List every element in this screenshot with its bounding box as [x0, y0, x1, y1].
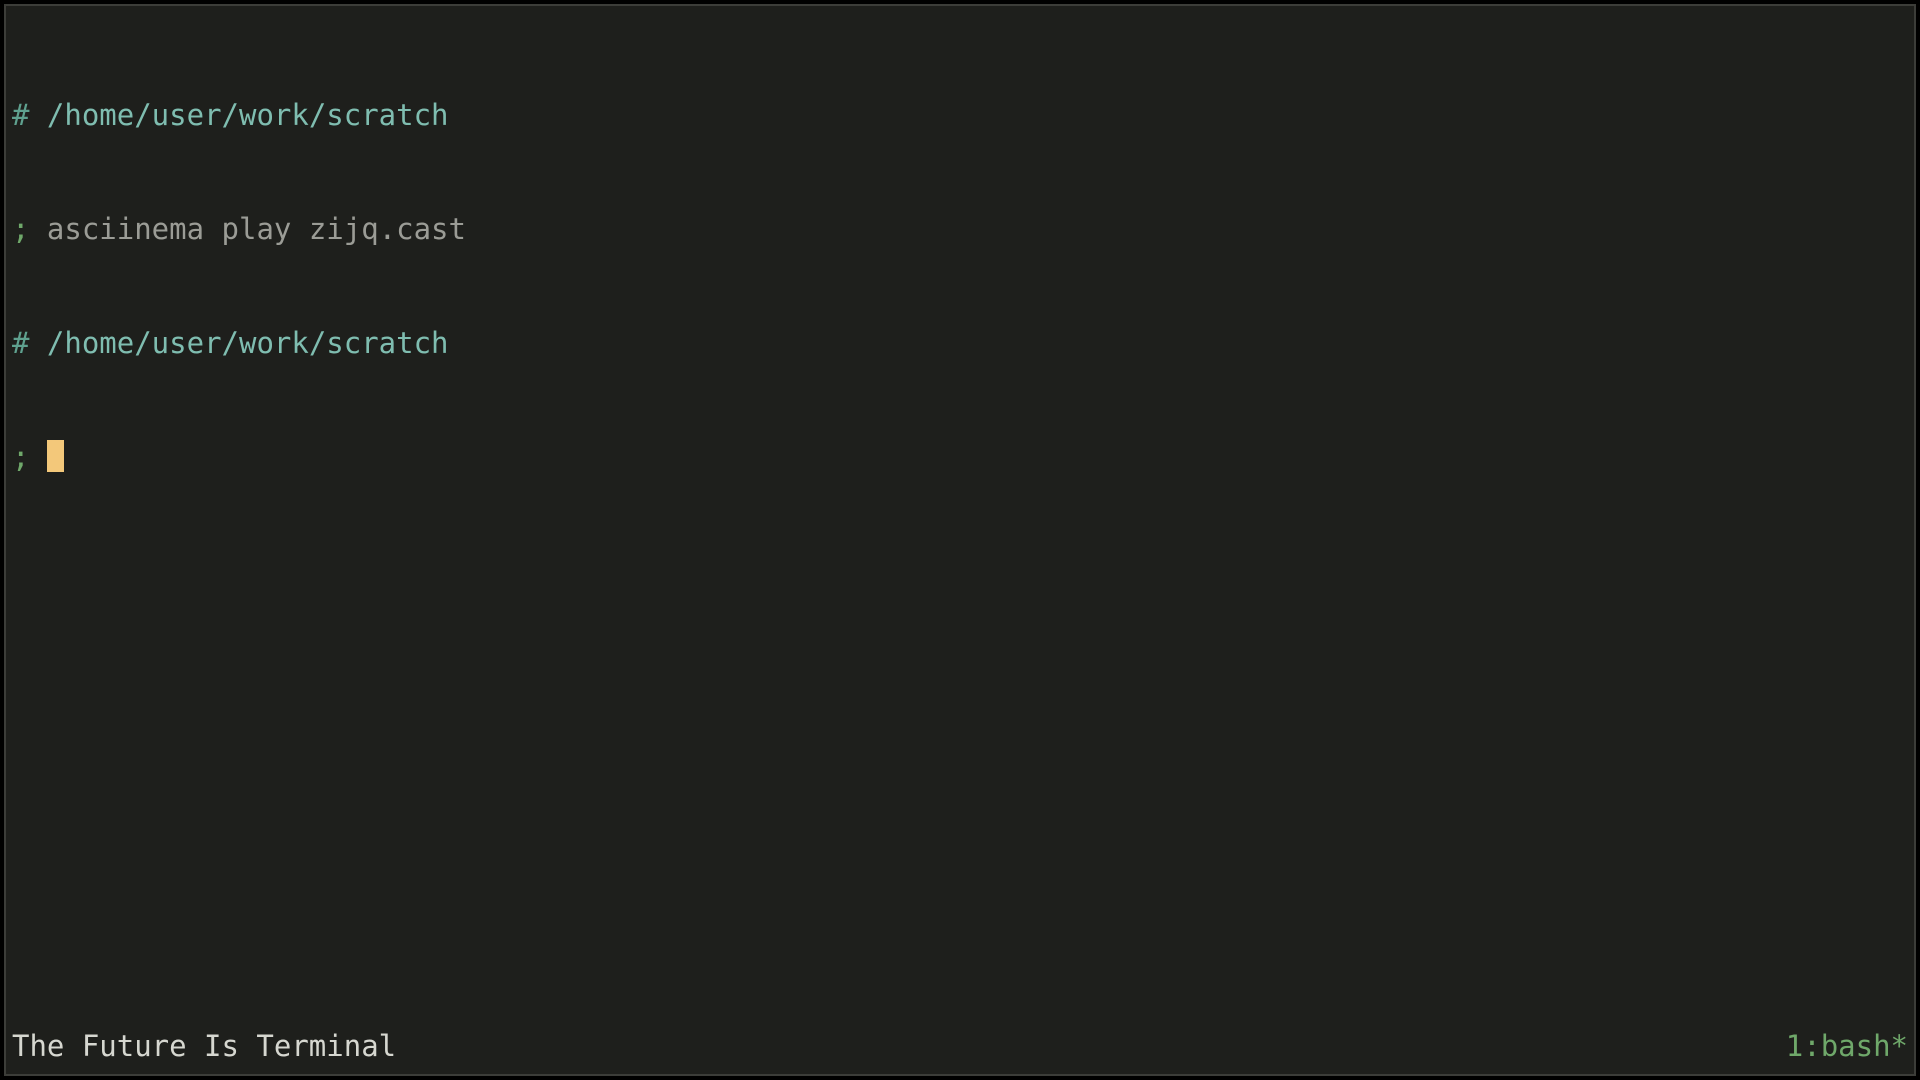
cursor-block-icon	[47, 440, 64, 472]
prompt-semicolon: ;	[12, 440, 29, 474]
prompt-hash: #	[12, 98, 29, 132]
tmux-status-bar[interactable]: The Future Is Terminal 1:bash*	[8, 1026, 1912, 1066]
terminal-output[interactable]: # /home/user/work/scratch ; asciinema pl…	[8, 20, 1912, 1024]
terminal-window: # /home/user/work/scratch ; asciinema pl…	[4, 4, 1916, 1076]
command-text	[29, 440, 46, 474]
terminal-line: # /home/user/work/scratch	[8, 324, 1912, 362]
terminal-line[interactable]: ;	[8, 438, 1912, 476]
terminal-line: # /home/user/work/scratch	[8, 96, 1912, 134]
status-session-name: The Future Is Terminal	[12, 1027, 396, 1065]
prompt-hash: #	[12, 326, 29, 360]
prompt-path: /home/user/work/scratch	[29, 326, 448, 360]
terminal-line: ; asciinema play zijq.cast	[8, 210, 1912, 248]
prompt-path: /home/user/work/scratch	[29, 98, 448, 132]
prompt-semicolon: ;	[12, 212, 29, 246]
command-text: asciinema play zijq.cast	[29, 212, 466, 246]
status-window-indicator[interactable]: 1:bash*	[1786, 1027, 1908, 1065]
